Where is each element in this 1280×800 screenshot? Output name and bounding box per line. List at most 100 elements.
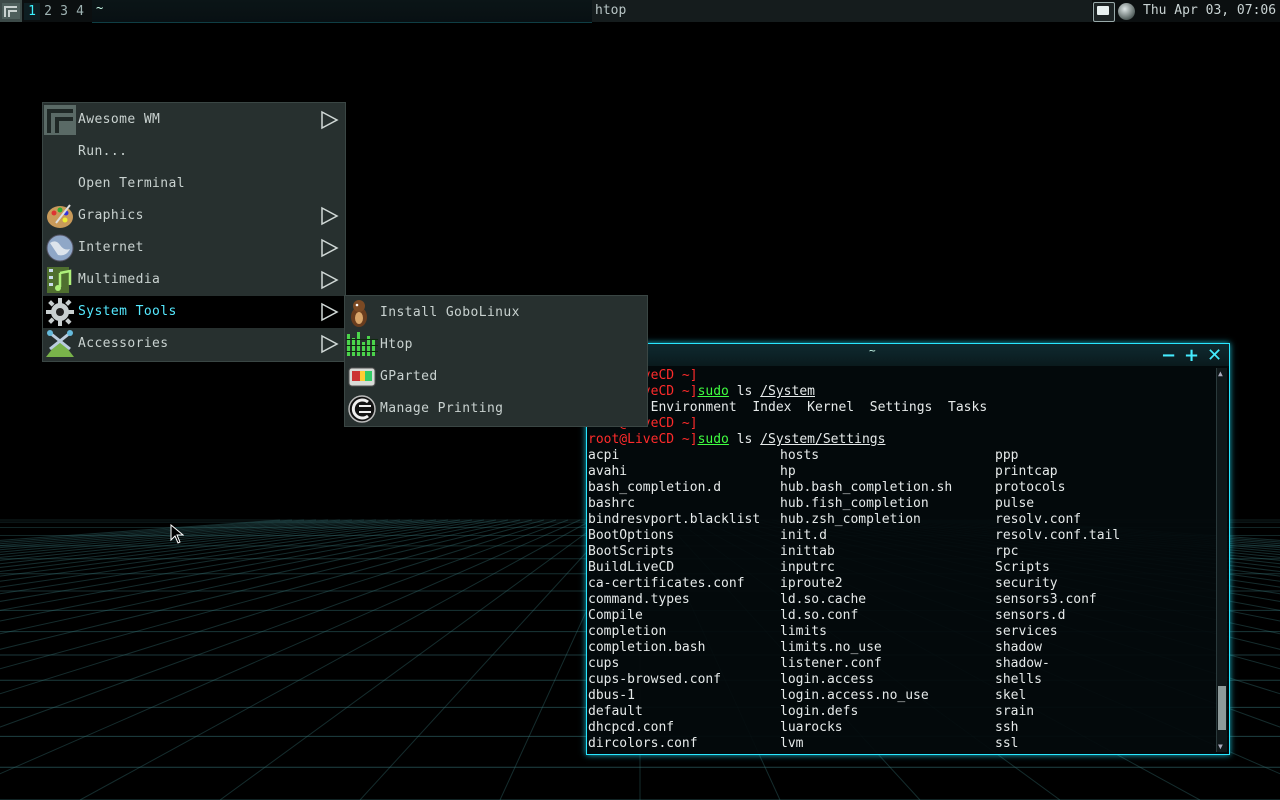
listing-entry: login.access (780, 672, 874, 687)
scroll-down-icon[interactable]: ▼ (1218, 742, 1223, 751)
menu-item-label: Install GoboLinux (380, 305, 520, 320)
scrollbar-thumb[interactable] (1218, 686, 1226, 730)
tasklist: ~ (92, 0, 1092, 23)
mouse-pointer-icon (170, 524, 184, 544)
listing-entry: BuildLiveCD (588, 560, 675, 575)
submenu-item-htop[interactable]: Htop (345, 329, 647, 361)
submenu-item-install-gobolinux[interactable]: Install GoboLinux (345, 297, 647, 329)
maximize-icon[interactable]: + (1184, 345, 1199, 366)
command-argument: /System (760, 384, 815, 399)
listing-entry: lvm (780, 736, 804, 751)
listing-entry: luarocks (780, 720, 843, 735)
palette-icon (44, 201, 76, 231)
listing-entry: printcap (995, 464, 1058, 479)
submenu-arrow-icon (321, 238, 339, 258)
listing-entry: inittab (780, 544, 835, 559)
menu-item-open-terminal[interactable]: Open Terminal (43, 168, 345, 200)
listing-entry: shells (995, 672, 1042, 687)
submenu-item-gparted[interactable]: GParted (345, 361, 647, 393)
menu-item-label: GParted (380, 369, 438, 384)
listing-entry: limits.no_use (780, 640, 882, 655)
submenu-arrow-icon (321, 110, 339, 130)
listing-entry: hub.zsh_completion (780, 512, 921, 527)
submenu-item-manage-printing[interactable]: Manage Printing (345, 393, 647, 425)
listing-entry: pulse (995, 496, 1035, 511)
listing-entry: completion.bash (588, 640, 706, 655)
grid-line (0, 519, 449, 582)
task-htop[interactable]: htop (595, 3, 626, 18)
listing-entry: bindresvport.blacklist (588, 512, 761, 527)
menu-item-multimedia[interactable]: Multimedia (43, 264, 345, 296)
listing-entry: Scripts (995, 560, 1050, 575)
tag-2[interactable]: 2 (40, 3, 56, 20)
menu-item-accessories[interactable]: Accessories (43, 328, 345, 360)
minimize-icon[interactable]: − (1161, 345, 1176, 366)
submenu-arrow-icon (321, 334, 339, 354)
command-name: sudo (697, 432, 729, 447)
tag-3[interactable]: 3 (56, 3, 72, 20)
listing-row: command.types ld.so.cache sensors3.conf (588, 592, 1213, 608)
menu-item-run[interactable]: Run... (43, 136, 345, 168)
menu-item-label: Awesome WM (78, 112, 161, 127)
terminal-line: root@LiveCD ~]sudo ls /System/Settings (588, 432, 1213, 448)
command-text: ls (728, 384, 761, 399)
listing-row: ca-certificates.conf iproute2 security (588, 576, 1213, 592)
listing-entry: hub.bash_completion.sh (780, 480, 953, 495)
listing-row: dbus-1 login.access.no_use skel (588, 688, 1213, 704)
menu-item-graphics[interactable]: Graphics (43, 200, 345, 232)
listing-entry: completion (588, 624, 667, 639)
listing-entry: login.access.no_use (780, 688, 929, 703)
terminal-titlebar[interactable]: ~ − + ✕ (587, 344, 1229, 366)
listing-row: dhcpcd.conf luarocks ssh (588, 720, 1213, 736)
listing-entry: ppp (995, 448, 1019, 463)
terminal-line: root@LiveCD ~]sudo ls /System (588, 384, 1213, 400)
gparted-icon (346, 362, 378, 392)
gear-icon (44, 297, 76, 327)
grid-line (219, 519, 605, 800)
task-terminal[interactable]: ~ (92, 0, 592, 23)
terminal-output[interactable]: root@LiveCD ~] root@LiveCD ~]sudo ls /Sy… (588, 368, 1213, 752)
accessories-icon (44, 329, 76, 359)
tag-4[interactable]: 4 (72, 3, 88, 20)
listing-entry: hp (780, 464, 796, 479)
terminal-scrollbar[interactable]: ▲ ▼ (1216, 368, 1227, 752)
grid-line (0, 519, 581, 775)
menu-item-system-tools[interactable]: System Tools (43, 296, 345, 328)
listing-row: BootOptions init.d resolv.conf.tail (588, 528, 1213, 544)
submenu-arrow-icon (321, 302, 339, 322)
listing-entry: iproute2 (780, 576, 843, 591)
menu-item-internet[interactable]: Internet (43, 232, 345, 264)
multimedia-icon (44, 265, 76, 295)
listing-entry: avahi (588, 464, 628, 479)
menu-item-label: Graphics (78, 208, 144, 223)
listing-entry: shadow (995, 640, 1042, 655)
terminal-line: root@LiveCD ~] (588, 368, 1213, 384)
htop-icon (346, 330, 378, 360)
listing-entry: bash_completion.d (588, 480, 722, 495)
menu-item-awesome-wm[interactable]: Awesome WM (43, 104, 345, 136)
close-icon[interactable]: ✕ (1207, 345, 1222, 366)
listing-entry: cups (588, 656, 620, 671)
listing-row: bindresvport.blacklist hub.zsh_completion… (588, 512, 1213, 528)
listing-entry: login.defs (780, 704, 859, 719)
listing-entry: BootOptions (588, 528, 675, 543)
submenu-arrow-icon (321, 206, 339, 226)
listing-row: default login.defs srain (588, 704, 1213, 720)
scroll-up-icon[interactable]: ▲ (1218, 369, 1223, 378)
listing-entry: dbus-1 (588, 688, 635, 703)
listing-entry: srain (995, 704, 1035, 719)
listing-row: completion limits services (588, 624, 1213, 640)
listing-entry: listener.conf (780, 656, 882, 671)
launcher-icon[interactable] (0, 0, 22, 22)
listing-entry: skel (995, 688, 1027, 703)
network-icon[interactable] (1093, 2, 1115, 22)
listing-row: cups listener.conf shadow- (588, 656, 1213, 672)
menu-item-label: Internet (78, 240, 144, 255)
listing-entry: BootScripts (588, 544, 675, 559)
listing-entry: init.d (780, 528, 827, 543)
terminal-window[interactable]: ~ − + ✕ root@LiveCD ~] root@LiveCD ~]sud… (586, 343, 1230, 755)
globe-tray-icon[interactable] (1118, 3, 1135, 20)
listing-row: Compile ld.so.conf sensors.d (588, 608, 1213, 624)
menu-item-label: Htop (380, 337, 413, 352)
tag-1[interactable]: 1 (24, 3, 40, 20)
